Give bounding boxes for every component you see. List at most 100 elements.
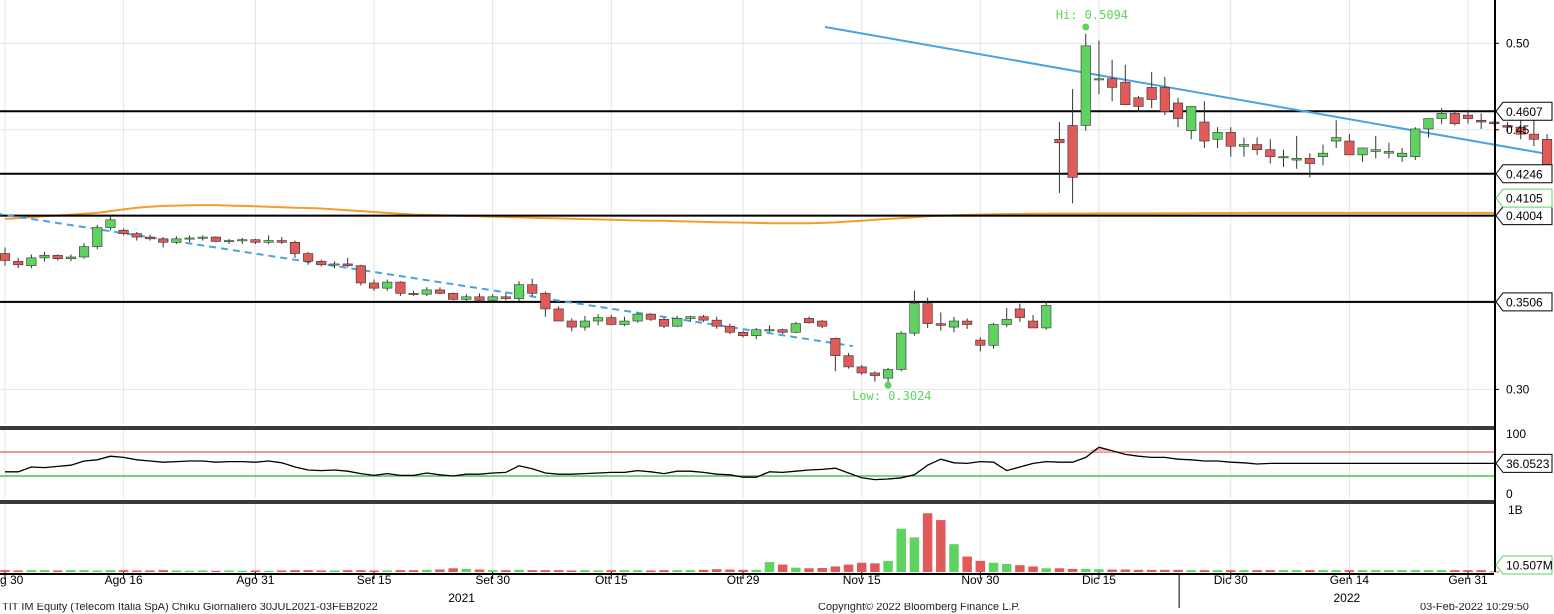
candle-body [909,303,920,334]
footer-security-text: TIT IM Equity (Telecom Italia SpA) Chiku… [2,603,378,613]
volume-bar [685,570,696,572]
level-label: 0.4004 [1495,206,1553,226]
grid-lines [0,0,1494,572]
candle [738,330,749,338]
volume-bar [1252,570,1262,572]
candle [1542,134,1553,168]
candle-body [1449,113,1460,125]
candle-body [896,332,907,370]
candle [224,238,235,245]
candle [764,325,775,333]
candle [382,279,393,291]
candle-body [579,320,590,328]
candle-body [448,293,459,300]
y-tick-label: 0.30 [1506,382,1530,396]
candle [724,323,735,335]
volume-bar [751,569,762,572]
candle-body [685,316,696,319]
candle-body [79,246,90,258]
candle-body [13,261,24,266]
volume-bar [949,544,959,572]
volume-bar [303,570,313,572]
candle [579,315,590,331]
hi-label: Hi: 0.5094 [1056,8,1128,22]
volume-bar [435,569,445,572]
volume-bar [237,570,247,572]
volume-bar [870,563,880,572]
volume-bar [975,560,986,572]
candle-body [329,263,340,266]
candle-body [658,318,670,327]
rsi-overbought-fill [5,447,1521,452]
volume-bar [843,564,854,572]
volume-bar [830,566,841,572]
candle [632,313,643,323]
candle [1265,139,1276,164]
candle [513,281,525,302]
candle-body [1436,113,1447,119]
volume-bar [1173,569,1183,572]
level-label-text: 0.3506 [1506,295,1543,309]
candle [1186,106,1197,140]
moving-average-layer [4,204,1495,225]
candle [434,287,445,295]
candle-body [869,372,880,376]
volume-bar [474,569,485,572]
volume-bar [1160,569,1170,572]
candle-body [922,303,933,324]
candle [593,314,604,326]
candle [962,318,973,329]
candle [1054,122,1065,193]
volume-bar [487,570,498,572]
candle [1238,137,1249,157]
rsi-last-value: 36.0523 [1495,453,1553,473]
volume-bar [1397,570,1407,572]
volume-bar [145,570,155,572]
candle-body [553,308,564,322]
candle-body [461,296,472,300]
candle-body [158,238,169,243]
volume-bar [514,569,524,572]
x-tick-label: Ott 29 [727,573,760,587]
volume-bar [52,570,63,572]
candle [830,337,841,372]
candle-body [711,319,722,327]
candle [988,322,999,349]
x-tick-label: Ott 15 [595,573,628,587]
x-tick-label: Nov 15 [843,573,881,587]
candle-body [342,263,353,266]
volume-bar [197,570,208,572]
volume-bar [1291,570,1302,572]
stock-chart: Hi: 0.5094 Low: 0.3024 0.50 0.45 0.30 0.4607… [0,0,1553,608]
candle [1278,149,1289,168]
dashed-trendline [0,213,854,348]
volume-bar [909,537,920,572]
solid-trendline [824,26,1543,155]
candle-body [276,240,287,243]
volume-bar [1226,570,1236,572]
right-axis-line [1494,0,1496,572]
candle-body [1067,125,1078,178]
candle-body [474,296,485,301]
candle [1146,71,1157,109]
candle-body [540,293,551,310]
axes: 0.50 0.45 0.30 0.4607 0.4246 0.4004 0.3506 0.41… [0,0,1553,608]
candle-body [619,320,630,325]
volume-bar [369,570,379,572]
panel-separator [0,500,1494,504]
volume-bar [26,570,37,572]
candle-body [764,329,775,332]
volume-bar [1041,568,1051,572]
candle [1028,314,1039,329]
candle-body [250,239,261,243]
candle-body [777,329,788,333]
candle-body [698,316,709,321]
volume-bar [105,570,116,572]
candle-body [1080,45,1091,126]
candle [896,331,907,372]
rsi-last-value-text: 36.0523 [1506,457,1550,471]
volume-bar [1094,569,1104,572]
volume-bar [883,560,893,572]
volume-bar [606,570,617,572]
candle [698,314,709,322]
